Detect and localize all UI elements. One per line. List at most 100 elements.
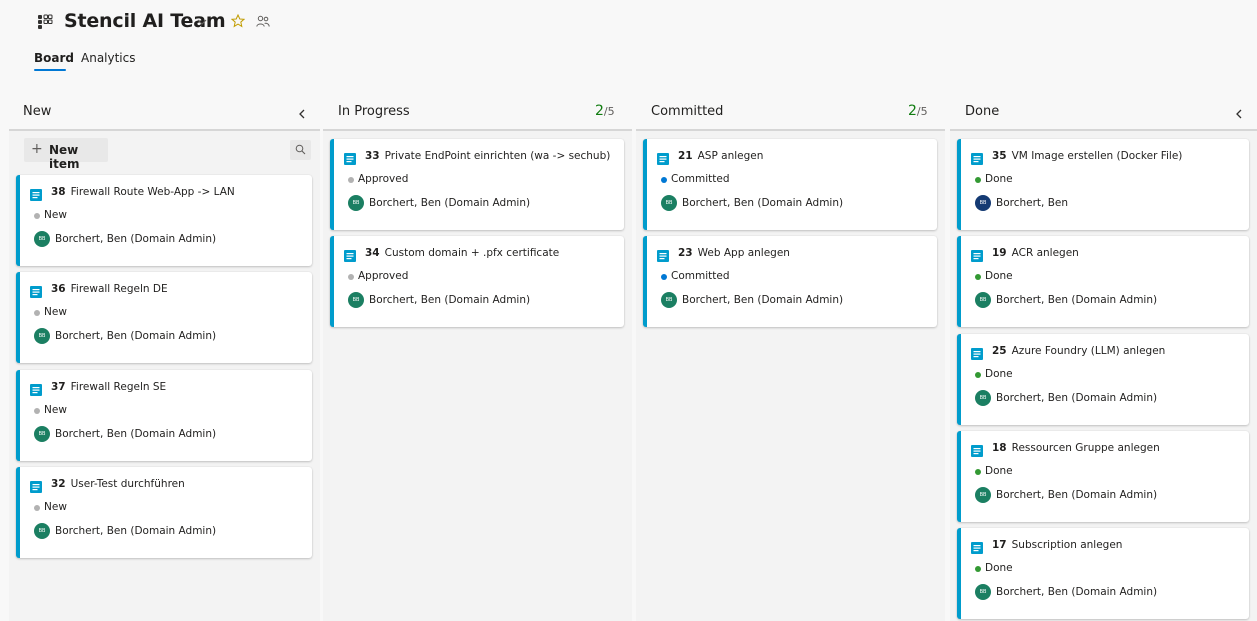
star-icon[interactable] — [231, 14, 245, 28]
card-title[interactable]: 21 ASP anlegen — [678, 150, 763, 162]
work-item-id: 19 — [992, 247, 1007, 260]
work-item-card[interactable]: 36 Firewall Regeln DE New BB Borchert, Ben (… — [16, 272, 312, 364]
work-item-title[interactable]: Azure Foundry (LLM) anlegen — [1012, 345, 1166, 357]
state-label: New — [44, 209, 67, 221]
work-item-id: 37 — [51, 380, 66, 393]
work-item-title[interactable]: Custom domain + .pfx certificate — [385, 247, 560, 259]
card-assignee[interactable]: BB Borchert, Ben (Domain Admin) — [34, 522, 304, 540]
search-button[interactable] — [290, 140, 311, 160]
assignee-name: Borchert, Ben (Domain Admin) — [996, 586, 1158, 599]
state-label: Done — [985, 562, 1013, 575]
search-icon — [295, 144, 306, 155]
card-assignee[interactable]: BB Borchert, Ben — [975, 195, 1245, 212]
card-title[interactable]: 18 Ressourcen Gruppe anlegen — [992, 442, 1160, 454]
work-item-title[interactable]: Firewall Regeln SE — [71, 381, 167, 393]
work-item-card[interactable]: 21 ASP anlegen Committed BB Borchert, Ben (D… — [643, 139, 937, 230]
assignee-name: Borchert, Ben — [996, 197, 1069, 209]
avatar: BB — [975, 389, 991, 406]
card-title[interactable]: 32 User-Test durchführen — [51, 478, 185, 490]
card-title[interactable]: 17 Subscription anlegen — [992, 539, 1122, 551]
work-item-card[interactable]: 17 Subscription anlegen Done BB Borchert, Be… — [957, 528, 1249, 620]
work-item-title[interactable]: User-Test durchführen — [71, 478, 185, 490]
work-item-title[interactable]: Private EndPoint einrichten (wa -> sechu… — [385, 150, 611, 162]
card-title[interactable]: 25 Azure Foundry (LLM) anlegen — [992, 345, 1165, 357]
card-title[interactable]: 38 Firewall Route Web-App -> LAN — [51, 186, 235, 198]
column-new: New + New item 38 Firewall Route Web-App -> … — [9, 95, 320, 621]
column-title: Committed — [651, 104, 724, 119]
work-item-card[interactable]: 25 Azure Foundry (LLM) anlegen Done BB Borch… — [957, 333, 1249, 425]
work-item-title[interactable]: ASP anlegen — [698, 150, 764, 162]
state-label: Done — [985, 464, 1013, 477]
work-item-id: 33 — [365, 150, 380, 162]
work-item-card[interactable]: 33 Private EndPoint einrichten (wa -> sec… — [330, 139, 624, 230]
avatar: BB — [34, 522, 50, 539]
work-item-title[interactable]: Subscription anlegen — [1012, 539, 1123, 551]
work-item-id: 38 — [51, 186, 66, 198]
state-indicator — [975, 371, 981, 378]
avatar: BB — [975, 486, 991, 503]
assignee-name: Borchert, Ben (Domain Admin) — [55, 330, 217, 343]
work-item-id: 36 — [51, 283, 66, 296]
people-icon[interactable] — [256, 15, 270, 28]
backlog-item-icon — [344, 250, 356, 263]
work-item-title[interactable]: Ressourcen Gruppe anlegen — [1012, 442, 1160, 454]
avatar: BB — [348, 292, 364, 309]
card-title[interactable]: 35 VM Image erstellen (Docker File) — [992, 150, 1182, 162]
column-header: In Progress 2/5 — [323, 95, 632, 131]
work-item-title[interactable]: Firewall Regeln DE — [71, 283, 168, 295]
new-item-button[interactable]: + New item — [24, 138, 108, 171]
work-item-card[interactable]: 19 ACR anlegen Done BB Borchert, Ben (Domain… — [957, 236, 1249, 328]
wip-current: 2 — [908, 103, 917, 119]
card-assignee[interactable]: BB Borchert, Ben (Domain Admin) — [975, 584, 1245, 601]
work-item-card[interactable]: 37 Firewall Regeln SE New BB Borchert, Ben (… — [16, 369, 312, 461]
work-item-title[interactable]: VM Image erstellen (Docker File) — [1012, 150, 1183, 162]
work-item-id: 34 — [365, 247, 380, 260]
card-title[interactable]: 37 Firewall Regeln SE — [51, 381, 166, 393]
assignee-name: Borchert, Ben (Domain Admin) — [996, 488, 1158, 501]
state-label: New — [44, 403, 67, 416]
card-title[interactable]: 34 Custom domain + .pfx certificate — [365, 247, 559, 259]
card-assignee[interactable]: BB Borchert, Ben (Domain Admin) — [661, 292, 931, 309]
card-assignee[interactable]: BB Borchert, Ben (Domain Admin) — [975, 389, 1245, 407]
chevron-left-icon[interactable] — [298, 109, 306, 119]
work-item-id: 35 — [992, 150, 1007, 162]
work-item-title[interactable]: Firewall Route Web-App -> LAN — [71, 186, 235, 198]
assignee-name: Borchert, Ben (Domain Admin) — [682, 294, 844, 307]
work-item-title[interactable]: Web App anlegen — [698, 247, 790, 259]
work-item-card[interactable]: 38 Firewall Route Web-App -> LAN New BB Borc… — [16, 175, 312, 266]
card-assignee[interactable]: BB Borchert, Ben (Domain Admin) — [348, 292, 618, 309]
card-title[interactable]: 33 Private EndPoint einrichten (wa -> sec… — [365, 150, 610, 162]
state-indicator — [348, 177, 354, 183]
chevron-down-icon[interactable] — [196, 16, 208, 28]
card-title[interactable]: 19 ACR anlegen — [992, 247, 1079, 259]
state-indicator — [975, 177, 981, 183]
tab-board[interactable]: Board — [34, 51, 74, 65]
work-item-card[interactable]: 18 Ressourcen Gruppe anlegen Done BB Borcher… — [957, 430, 1249, 522]
work-item-card[interactable]: 32 User-Test durchführen New BB Borchert, Be… — [16, 466, 312, 558]
card-assignee[interactable]: BB Borchert, Ben (Domain Admin) — [975, 292, 1245, 309]
card-title[interactable]: 36 Firewall Regeln DE — [51, 283, 168, 295]
plus-icon: + — [31, 141, 43, 157]
state-indicator — [34, 407, 40, 414]
card-assignee[interactable]: BB Borchert, Ben (Domain Admin) — [34, 328, 304, 345]
work-item-card[interactable]: 23 Web App anlegen Committed BB Borchert, Be… — [643, 236, 937, 328]
card-assignee[interactable]: BB Borchert, Ben (Domain Admin) — [348, 195, 618, 212]
avatar: BB — [661, 195, 677, 211]
assignee-name: Borchert, Ben (Domain Admin) — [996, 391, 1158, 404]
work-item-card[interactable]: 34 Custom domain + .pfx certificate Approv… — [330, 236, 624, 328]
work-item-card[interactable]: 35 VM Image erstellen (Docker File) Done BB… — [957, 139, 1249, 230]
assignee-name: Borchert, Ben (Domain Admin) — [55, 427, 217, 440]
backlog-item-icon — [971, 250, 983, 263]
card-assignee[interactable]: BB Borchert, Ben (Domain Admin) — [661, 195, 931, 212]
state-label: Approved — [358, 173, 409, 185]
card-title[interactable]: 23 Web App anlegen — [678, 247, 790, 259]
card-assignee[interactable]: BB Borchert, Ben (Domain Admin) — [34, 231, 304, 248]
state-indicator — [975, 274, 981, 281]
backlog-item-icon — [971, 444, 983, 457]
chevron-left-icon[interactable] — [1235, 109, 1243, 119]
card-assignee[interactable]: BB Borchert, Ben (Domain Admin) — [975, 486, 1245, 504]
tab-analytics[interactable]: Analytics — [81, 51, 136, 65]
card-assignee[interactable]: BB Borchert, Ben (Domain Admin) — [34, 425, 304, 443]
assignee-name: Borchert, Ben (Domain Admin) — [682, 197, 844, 209]
work-item-title[interactable]: ACR anlegen — [1012, 247, 1079, 259]
